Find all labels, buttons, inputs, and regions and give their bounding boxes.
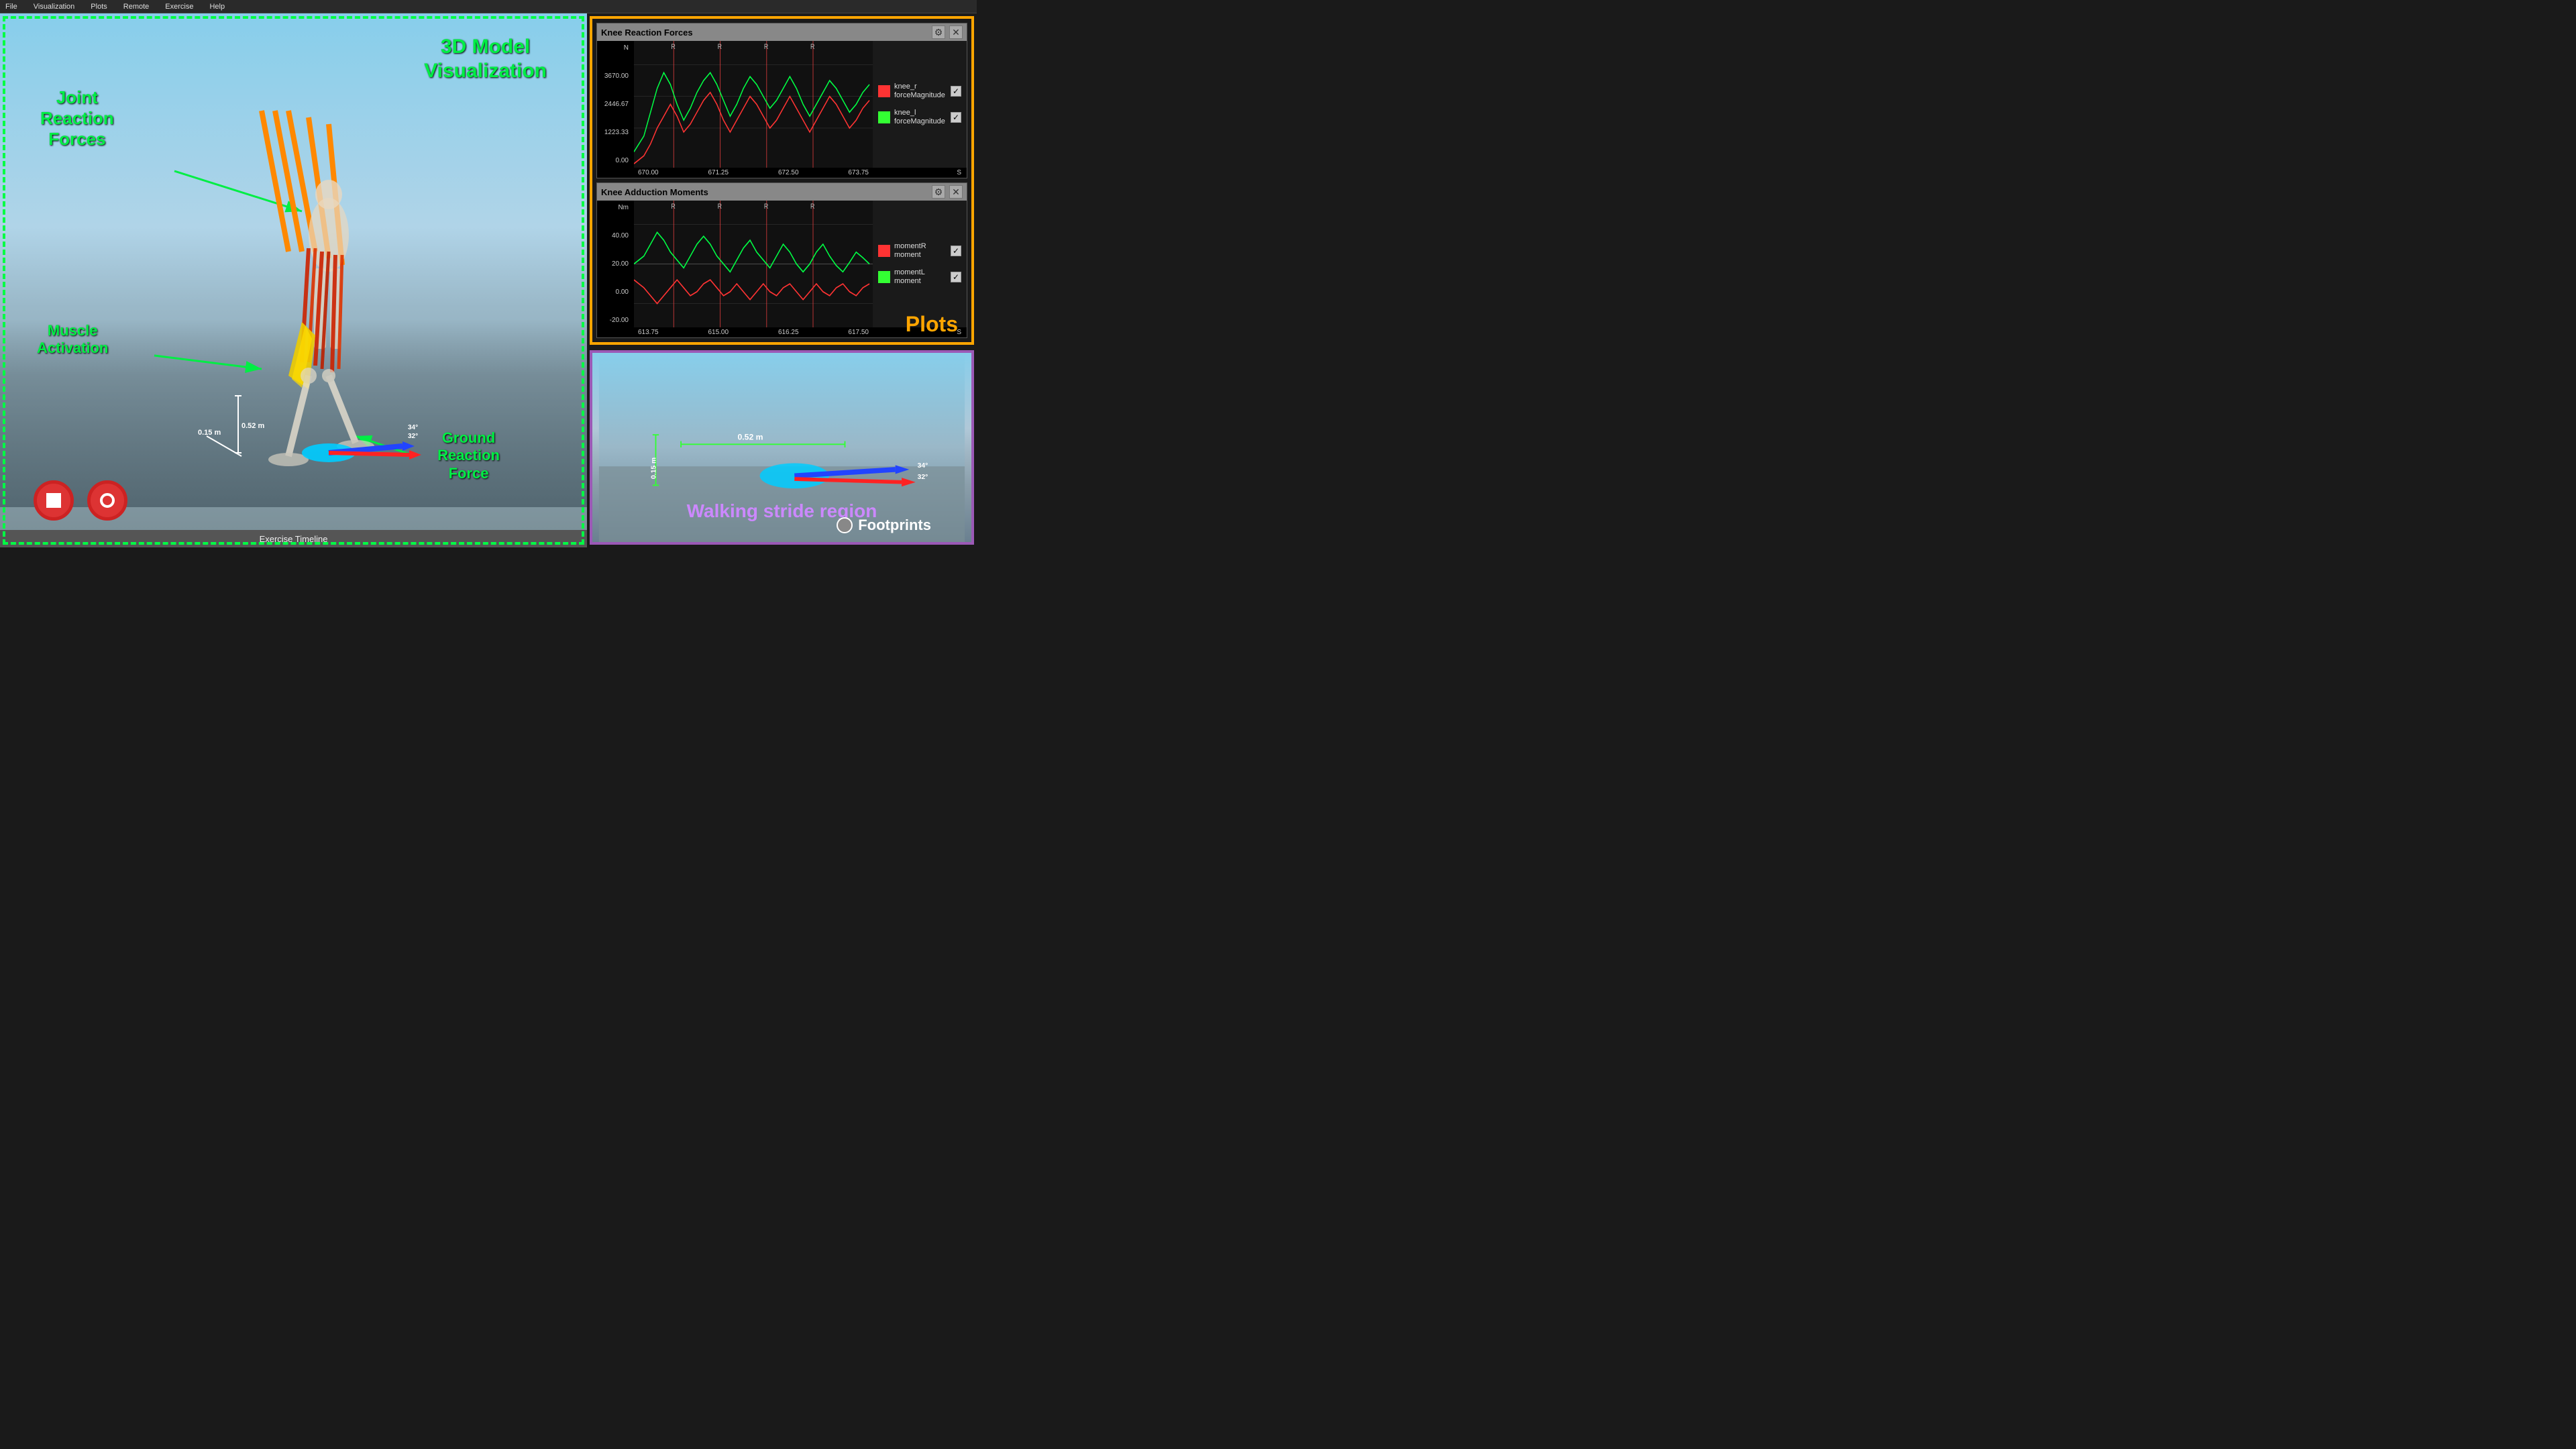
legend-item-momentL: momentLmoment ✓ [878,268,961,286]
record-icon [100,493,115,508]
legend-check-momentL[interactable]: ✓ [951,272,961,282]
svg-text:0.15 m: 0.15 m [651,458,658,479]
plot1-legend: knee_rforceMagnitude ✓ knee_lforceMagnit… [873,41,967,168]
footprints-icon [837,517,853,533]
plot1-controls: ⚙ ✕ [932,25,963,39]
left-panel: 3D Model Visualization Joint Reaction Fo… [0,13,587,547]
y-mid1-label: 2446.67 [598,100,631,109]
svg-text:0.52 m: 0.52 m [737,433,763,442]
x-mid2-1: 672.50 [778,169,799,176]
svg-text:R: R [810,203,814,211]
svg-text:R: R [671,43,675,51]
legend-item-knee-r: knee_rforceMagnitude ✓ [878,83,961,100]
x-unit-1: S [957,169,961,176]
recording-controls [34,480,127,521]
y-min-label: 0.00 [598,156,631,165]
footprint-area: 0.15 m 0.52 m 34° 32° Walking str [590,350,974,545]
plot1-y-axis: N 3670.00 2446.67 1223.33 0.00 [597,41,634,168]
menu-plots[interactable]: Plots [88,1,109,12]
x-mid3-2: 617.50 [848,329,869,336]
x-mid3-1: 673.75 [848,169,869,176]
footprints-label: Footprints [837,517,931,534]
menu-remote[interactable]: Remote [121,1,152,12]
x-mid1-2: 615.00 [708,329,729,336]
legend-check-knee-r[interactable]: ✓ [951,86,961,97]
x-start-2: 613.75 [638,329,659,336]
menu-exercise[interactable]: Exercise [162,1,196,12]
menu-file[interactable]: File [3,1,20,12]
y-unit-label-2: Nm [598,203,631,212]
svg-text:R: R [810,43,814,51]
menu-bar: File Visualization Plots Remote Exercise… [0,0,977,13]
legend-check-knee-l[interactable]: ✓ [951,112,961,123]
right-panel: Knee Reaction Forces ⚙ ✕ N 3670.00 2446.… [587,13,977,547]
legend-color-red-2 [878,245,890,257]
legend-check-momentR[interactable]: ✓ [951,246,961,256]
legend-label-knee-l: knee_lforceMagnitude [894,109,945,126]
plot1-header: Knee Reaction Forces ⚙ ✕ [597,23,967,41]
y-unit-label: N [598,44,631,52]
viewport-title: 3D Model Visualization [424,35,547,83]
legend-label-momentL: momentLmoment [894,268,925,286]
knee-reaction-plot: Knee Reaction Forces ⚙ ✕ N 3670.00 2446.… [596,23,967,178]
plot2-content: Nm 40.00 20.00 0.00 -20.00 [597,201,967,327]
stop-button[interactable] [34,480,74,521]
stop-icon [46,493,61,508]
svg-text:R: R [764,203,768,211]
svg-text:R: R [718,203,722,211]
ground-reaction-label: Ground Reaction Force [437,429,500,482]
y-mid2-label: 1223.33 [598,128,631,137]
plots-label: Plots [906,312,958,337]
record-button[interactable] [87,480,127,521]
plot2-legend: momentRmoment ✓ momentLmoment ✓ [873,201,967,327]
legend-label-knee-r: knee_rforceMagnitude [894,83,945,100]
exercise-timeline[interactable]: Exercise Timeline [0,530,587,547]
svg-text:R: R [671,203,675,211]
legend-color-red [878,85,890,97]
plot2-close-button[interactable]: ✕ [949,185,963,199]
menu-help[interactable]: Help [207,1,227,12]
legend-color-green [878,111,890,123]
plot2-settings-button[interactable]: ⚙ [932,185,945,199]
legend-item-knee-l: knee_lforceMagnitude ✓ [878,109,961,126]
menu-visualization[interactable]: Visualization [31,1,78,12]
plot1-title: Knee Reaction Forces [601,28,693,38]
x-start-1: 670.00 [638,169,659,176]
main-layout: 3D Model Visualization Joint Reaction Fo… [0,13,977,547]
plot1-chart: R R R R [634,41,873,168]
plot2-header: Knee Adduction Moments ⚙ ✕ [597,183,967,201]
svg-text:34°: 34° [918,462,928,470]
y-min-label-2: -20.00 [598,316,631,325]
plot2-controls: ⚙ ✕ [932,185,963,199]
plot1-settings-button[interactable]: ⚙ [932,25,945,39]
joint-reaction-label: Joint Reaction Forces [40,87,114,150]
plot1-close-button[interactable]: ✕ [949,25,963,39]
plot2-title: Knee Adduction Moments [601,187,708,197]
plot1-content: N 3670.00 2446.67 1223.33 0.00 [597,41,967,168]
x-mid1-1: 671.25 [708,169,729,176]
legend-item-momentR: momentRmoment ✓ [878,242,961,260]
svg-text:R: R [718,43,722,51]
plot2-chart: R R R R [634,201,873,327]
legend-color-green-2 [878,271,890,283]
svg-text:R: R [764,43,768,51]
y-mid1-label-2: 20.00 [598,260,631,268]
y-max-label: 3670.00 [598,72,631,80]
legend-label-momentR: momentRmoment [894,242,926,260]
plot2-y-axis: Nm 40.00 20.00 0.00 -20.00 [597,201,634,327]
y-max-label-2: 40.00 [598,231,631,240]
muscle-activation-label: Muscle Activation [37,322,108,358]
svg-text:32°: 32° [918,474,928,481]
plots-area: Knee Reaction Forces ⚙ ✕ N 3670.00 2446.… [590,16,974,345]
x-mid2-2: 616.25 [778,329,799,336]
y-mid2-label-2: 0.00 [598,288,631,297]
